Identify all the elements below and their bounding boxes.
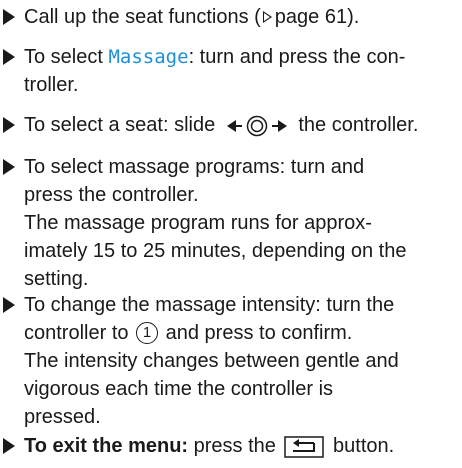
list-item: To select Massage: turn and press the co… <box>0 43 462 99</box>
step-text: To select a seat: slide <box>24 114 221 136</box>
list-item: Call up the seat functions ( page 61). <box>0 3 462 31</box>
step-note: pressed. <box>24 406 101 428</box>
step-text: ). <box>347 6 360 28</box>
step-text: press the <box>188 435 282 457</box>
step-note: imately 15 to 25 minutes, depending on t… <box>24 240 407 262</box>
list-item: To select massage programs: turn and pre… <box>0 153 462 293</box>
bullet-arrow-icon <box>3 297 15 313</box>
list-item: To change the massage intensity: turn th… <box>0 291 462 431</box>
step-text: controller to <box>24 322 135 344</box>
bullet-arrow-icon <box>3 117 15 133</box>
step-text: To select <box>24 46 109 68</box>
step-heading: To exit the menu: <box>24 435 189 457</box>
step-note: The intensity changes between gentle and <box>24 350 399 372</box>
callout-number-icon: 1 <box>136 322 159 344</box>
page-ref-icon <box>262 11 272 24</box>
bullet-arrow-icon <box>3 49 15 65</box>
step-text: troller. <box>24 74 79 96</box>
bullet-arrow-icon <box>3 9 15 25</box>
step-text: and press to confirm. <box>160 322 353 344</box>
step-text: Call up the seat functions ( <box>24 6 261 28</box>
step-text: To change the massage intensity: turn th… <box>24 294 395 316</box>
list-item: To select a seat: slide the controller. <box>0 111 462 139</box>
bullet-arrow-icon <box>3 438 15 454</box>
step-note: setting. <box>24 268 89 290</box>
step-text: : turn and press the con- <box>188 46 406 68</box>
step-note: vigorous each time the controller is <box>24 378 334 400</box>
bullet-arrow-icon <box>3 159 15 175</box>
back-button-icon <box>284 435 325 458</box>
list-item: To exit the menu: press the button. <box>0 432 462 460</box>
step-text: button. <box>327 435 395 457</box>
menu-item-highlight: Massage <box>108 46 189 68</box>
step-note: The massage program runs for approx- <box>24 212 372 234</box>
instruction-list: Call up the seat functions ( page 61). To… <box>0 0 462 468</box>
page-reference-link[interactable]: page 61 <box>275 6 347 28</box>
controller-slide-icon <box>226 115 287 136</box>
step-text: the controller. <box>292 114 419 136</box>
step-text: To select massage programs: turn and <box>24 156 365 178</box>
step-text: press the controller. <box>24 184 199 206</box>
